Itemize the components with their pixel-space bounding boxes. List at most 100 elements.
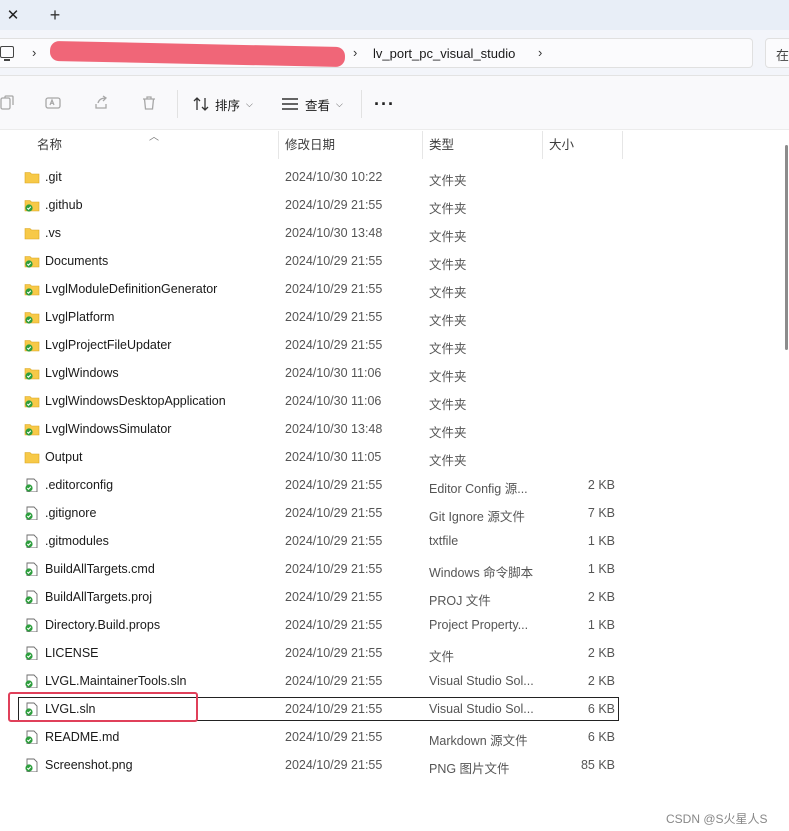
- chevron-right-icon[interactable]: ›: [538, 45, 542, 60]
- sort-button[interactable]: 排序 ⌵: [193, 90, 253, 118]
- file-name: LvglWindowsDesktopApplication: [45, 394, 226, 408]
- column-header-name[interactable]: 名称: [37, 131, 62, 159]
- this-pc-icon[interactable]: [0, 46, 14, 61]
- file-size: 2 KB: [587, 646, 615, 660]
- file-icon: [25, 562, 38, 576]
- file-size: 1 KB: [587, 618, 615, 632]
- file-type: Windows 命令脚本: [429, 566, 534, 580]
- file-size: 7 KB: [587, 506, 615, 520]
- file-type: 文件夹: [429, 398, 467, 412]
- file-icon: [25, 590, 38, 604]
- file-name: LvglWindowsSimulator: [45, 422, 172, 436]
- folder-icon: [24, 312, 40, 324]
- column-divider[interactable]: [542, 131, 543, 159]
- view-label: 查看: [305, 98, 331, 113]
- file-size: 2 KB: [587, 478, 615, 492]
- file-name: .editorconfig: [45, 478, 114, 492]
- file-row[interactable]: LvglWindowsDesktopApplication 2024/10/30 …: [0, 387, 789, 415]
- file-modified-date: 2024/10/30 11:06: [285, 366, 382, 380]
- column-header: ︿ 名称 修改日期 类型 大小: [0, 131, 789, 159]
- file-modified-date: 2024/10/29 21:55: [285, 534, 383, 548]
- file-name: LvglModuleDefinitionGenerator: [45, 282, 218, 296]
- column-divider[interactable]: [422, 131, 423, 159]
- file-row[interactable]: Documents 2024/10/29 21:55 文件夹: [0, 247, 789, 275]
- file-name: .gitmodules: [45, 534, 109, 548]
- file-type: txtfile: [429, 534, 459, 548]
- file-row[interactable]: .vs 2024/10/30 13:48 文件夹: [0, 219, 789, 247]
- file-type: Markdown 源文件: [429, 734, 528, 748]
- file-row[interactable]: Directory.Build.props 2024/10/29 21:55 Pro…: [0, 611, 789, 639]
- file-modified-date: 2024/10/30 11:06: [285, 394, 382, 408]
- column-header-size[interactable]: 大小: [549, 131, 574, 159]
- file-row[interactable]: LvglPlatform 2024/10/29 21:55 文件夹: [0, 303, 789, 331]
- file-icon: [25, 646, 38, 660]
- file-row[interactable]: LVGL.MaintainerTools.sln 2024/10/29 21:55…: [0, 667, 789, 695]
- file-name: BuildAllTargets.cmd: [45, 562, 155, 576]
- file-icon: [25, 534, 38, 548]
- file-modified-date: 2024/10/29 21:55: [285, 674, 383, 688]
- file-type: 文件夹: [429, 454, 467, 468]
- column-divider[interactable]: [278, 131, 279, 159]
- view-button[interactable]: 查看 ⌵: [281, 90, 343, 118]
- file-size: 1 KB: [587, 562, 615, 576]
- file-row[interactable]: README.md 2024/10/29 21:55 Markdown 源文件 6 K…: [0, 723, 789, 751]
- file-modified-date: 2024/10/29 21:55: [285, 618, 383, 632]
- file-modified-date: 2024/10/29 21:55: [285, 590, 383, 604]
- file-row[interactable]: LvglWindows 2024/10/30 11:06 文件夹: [0, 359, 789, 387]
- search-input[interactable]: 在: [765, 38, 789, 68]
- file-name: .github: [45, 198, 83, 212]
- vertical-scrollbar[interactable]: [785, 145, 788, 350]
- share-icon[interactable]: [93, 95, 109, 111]
- more-options-button[interactable]: ···: [374, 94, 395, 115]
- file-row[interactable]: .gitmodules 2024/10/29 21:55 txtfile 1 KB: [0, 527, 789, 555]
- file-type: 文件夹: [429, 314, 467, 328]
- file-icon: [25, 618, 38, 632]
- new-tab-button[interactable]: +: [40, 2, 70, 28]
- file-row[interactable]: LvglProjectFileUpdater 2024/10/29 21:55 文件…: [0, 331, 789, 359]
- folder-icon: [24, 396, 40, 408]
- file-row[interactable]: Screenshot.png 2024/10/29 21:55 PNG 图片文件 85…: [0, 751, 789, 779]
- close-tab-icon[interactable]: ✕: [0, 2, 26, 28]
- file-size: 85 KB: [580, 758, 615, 772]
- annotation-highlight-box: [8, 692, 198, 722]
- file-row[interactable]: BuildAllTargets.cmd 2024/10/29 21:55 Windo…: [0, 555, 789, 583]
- folder-icon: [24, 284, 40, 296]
- file-size: 2 KB: [587, 674, 615, 688]
- file-name: LvglProjectFileUpdater: [45, 338, 172, 352]
- file-modified-date: 2024/10/29 21:55: [285, 338, 383, 352]
- file-row[interactable]: LICENSE 2024/10/29 21:55 文件 2 KB: [0, 639, 789, 667]
- column-header-date[interactable]: 修改日期: [285, 131, 335, 159]
- address-row: › › lv_port_pc_visual_studio › 在: [0, 30, 789, 76]
- rename-icon[interactable]: [45, 95, 61, 111]
- file-modified-date: 2024/10/30 10:22: [285, 170, 383, 184]
- column-header-type[interactable]: 类型: [429, 131, 454, 159]
- address-bar[interactable]: › › lv_port_pc_visual_studio ›: [0, 38, 753, 68]
- copy-icon[interactable]: [0, 95, 16, 111]
- chevron-right-icon[interactable]: ›: [32, 45, 36, 60]
- delete-icon[interactable]: [141, 95, 157, 111]
- file-row[interactable]: Output 2024/10/30 11:05 文件夹: [0, 443, 789, 471]
- redacted-path-mark: [49, 40, 346, 68]
- file-row[interactable]: .github 2024/10/29 21:55 文件夹: [0, 191, 789, 219]
- command-bar: 排序 ⌵ 查看 ⌵ ···: [0, 76, 789, 130]
- file-modified-date: 2024/10/29 21:55: [285, 730, 383, 744]
- file-icon: [25, 758, 38, 772]
- file-name: README.md: [45, 730, 120, 744]
- folder-icon: [24, 340, 40, 352]
- folder-icon: [24, 200, 40, 212]
- breadcrumb-current-folder[interactable]: lv_port_pc_visual_studio: [373, 46, 515, 61]
- file-row[interactable]: LvglModuleDefinitionGenerator 2024/10/29 …: [0, 275, 789, 303]
- file-row[interactable]: BuildAllTargets.proj 2024/10/29 21:55 PROJ…: [0, 583, 789, 611]
- column-divider[interactable]: [622, 131, 623, 159]
- file-type: Visual Studio Sol...: [429, 674, 534, 688]
- folder-icon: [24, 368, 40, 380]
- file-name: LvglPlatform: [45, 310, 115, 324]
- file-row[interactable]: LvglWindowsSimulator 2024/10/30 13:48 文件夹: [0, 415, 789, 443]
- file-row[interactable]: .git 2024/10/30 10:22 文件夹: [0, 163, 789, 191]
- tab-strip: ✕ +: [0, 0, 789, 30]
- file-row[interactable]: .editorconfig 2024/10/29 21:55 Editor Conf…: [0, 471, 789, 499]
- file-type: 文件夹: [429, 370, 467, 384]
- file-row[interactable]: .gitignore 2024/10/29 21:55 Git Ignore 源文件…: [0, 499, 789, 527]
- chevron-right-icon[interactable]: ›: [353, 45, 357, 60]
- file-modified-date: 2024/10/30 13:48: [285, 422, 383, 436]
